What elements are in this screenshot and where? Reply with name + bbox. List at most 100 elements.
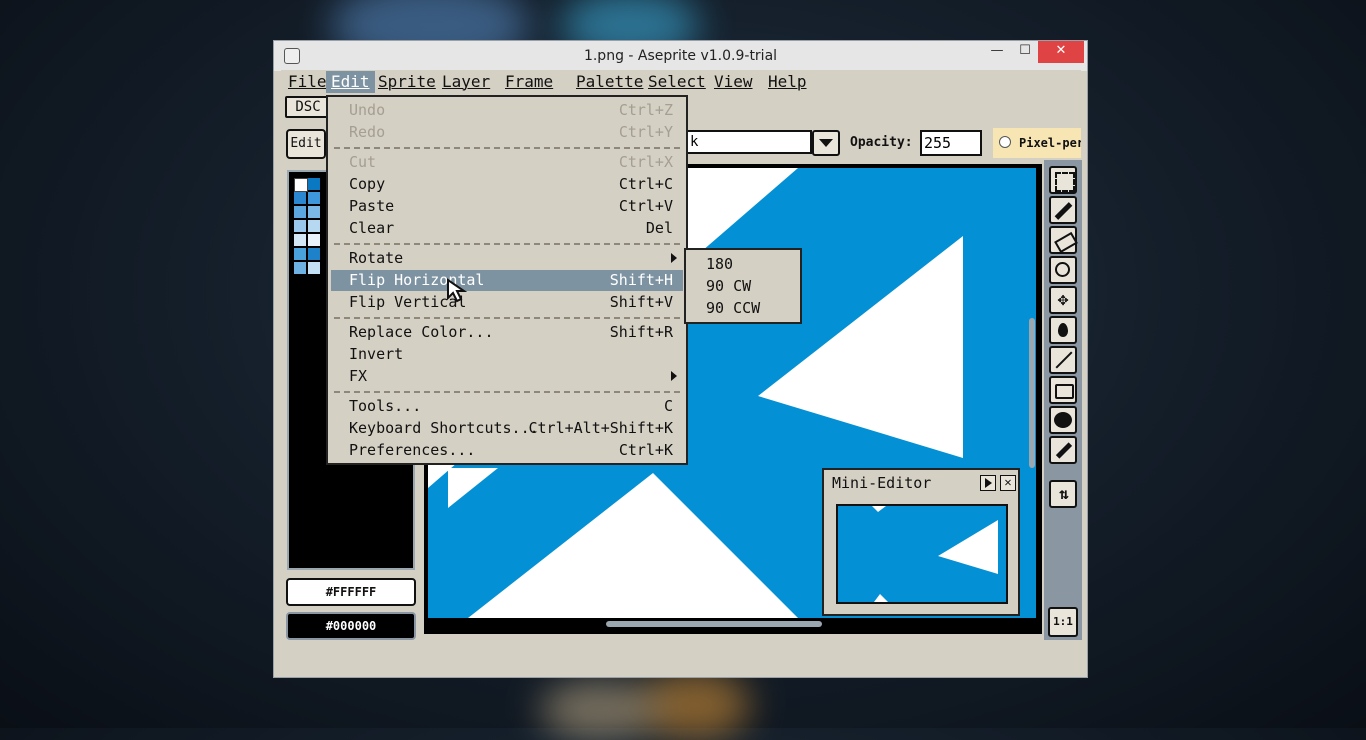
line-tool[interactable] [1049,346,1077,374]
close-button[interactable]: ✕ [1038,41,1084,63]
config-icon: ⇅ [1059,484,1069,503]
ink-select[interactable]: k [686,130,812,154]
blur-icon [1054,412,1072,428]
mini-editor-play-button[interactable] [980,475,996,491]
palette-swatch[interactable] [308,192,320,204]
palette-swatch[interactable] [294,178,308,192]
menu-item-tools[interactable]: Tools... C [331,396,683,417]
menu-item-redo[interactable]: Redo Ctrl+Y [331,122,683,143]
menu-item-preferences[interactable]: Preferences... Ctrl+K [331,440,683,461]
edit-mode-label: Edit [290,136,322,151]
mini-editor-close-button[interactable]: ✕ [1000,475,1016,491]
submenu-arrow-icon [671,371,677,381]
zoom-reset-label: 1:1 [1053,615,1073,628]
background-glow [540,680,660,740]
palette-swatch[interactable] [308,248,320,260]
spray-tool[interactable] [1049,436,1077,464]
menu-select[interactable]: Select [643,71,711,93]
menu-palette[interactable]: Palette [571,71,648,93]
line-icon [1055,351,1073,369]
palette-swatch[interactable] [308,234,320,246]
menu-item-fx[interactable]: FX [331,366,683,387]
menu-item-flip-vertical[interactable]: Flip Vertical Shift+V [331,292,683,313]
marquee-tool[interactable] [1049,166,1077,194]
menu-item-flip-horizontal[interactable]: Flip Horizontal Shift+H [331,270,683,291]
mini-editor-preview[interactable] [836,504,1008,604]
opacity-input[interactable]: 255 [920,130,982,156]
palette-swatch[interactable] [294,192,306,204]
rectangle-tool[interactable] [1049,376,1077,404]
menu-item-invert[interactable]: Invert [331,344,683,365]
palette-swatch[interactable] [294,206,306,218]
move-tool[interactable]: ✥ [1049,286,1077,314]
ink-select-value: k [690,134,699,150]
pencil-tool[interactable] [1049,196,1077,224]
palette-swatch[interactable] [294,262,306,274]
file-tab-label: DSC [295,99,321,115]
menu-item-rotate[interactable]: Rotate [331,248,683,269]
menu-frame[interactable]: Frame [500,71,558,93]
menu-separator [334,391,680,393]
menu-item-copy[interactable]: Copy Ctrl+C [331,174,683,195]
pencil-icon [1054,202,1073,220]
vertical-scroll-thumb[interactable] [1029,318,1035,468]
submenu-item-90-cw[interactable]: 90 CW [706,277,751,295]
menu-item-paste[interactable]: Paste Ctrl+V [331,196,683,217]
menu-help[interactable]: Help [763,71,812,93]
mouse-cursor-icon [447,278,468,303]
maximize-button[interactable]: ☐ [1010,41,1040,63]
config-tool[interactable]: ⇅ [1049,480,1077,508]
palette-swatch[interactable] [308,206,320,218]
palette-swatch[interactable] [294,248,306,260]
fill-icon [1058,323,1068,337]
submenu-item-180[interactable]: 180 [706,255,733,273]
menu-item-clear[interactable]: Clear Del [331,218,683,239]
vertical-scrollbar[interactable] [1028,168,1036,618]
menu-file[interactable]: File [283,71,332,93]
move-icon: ✥ [1057,289,1069,310]
horizontal-scroll-thumb[interactable] [606,621,822,627]
menu-separator [334,147,680,149]
pixel-perfect-toggle[interactable]: Pixel-per [993,128,1081,158]
ink-dropdown-button[interactable] [812,130,840,156]
palette-swatch[interactable] [294,234,306,246]
palette-swatch[interactable] [308,220,320,232]
spray-icon [1055,442,1073,459]
title-bar: 1.png - Aseprite v1.0.9-trial — ☐ ✕ [274,41,1087,71]
menu-item-cut[interactable]: Cut Ctrl+X [331,152,683,173]
foreground-color-button[interactable]: #FFFFFF [286,578,416,606]
file-tab[interactable]: DSC [285,96,331,118]
palette-swatch[interactable] [308,262,320,274]
foreground-color-value: #FFFFFF [325,585,377,599]
menu-item-replace-color[interactable]: Replace Color... Shift+R [331,322,683,343]
zoom-icon [1055,262,1070,277]
menu-layer[interactable]: Layer [437,71,495,93]
checkbox-icon [999,136,1011,148]
palette-swatch[interactable] [294,220,306,232]
menu-edit[interactable]: Edit [326,71,375,93]
mini-editor: Mini-Editor ✕ [822,468,1020,616]
minimize-button[interactable]: — [982,41,1012,63]
opacity-value: 255 [924,134,952,152]
background-color-button[interactable]: #000000 [286,612,416,640]
blur-tool[interactable] [1049,406,1077,434]
menu-item-undo[interactable]: Undo Ctrl+Z [331,100,683,121]
menu-sprite[interactable]: Sprite [373,71,441,93]
rotate-submenu: 180 90 CW 90 CCW [684,248,802,324]
submenu-item-90-ccw[interactable]: 90 CCW [706,299,760,317]
zoom-reset-button[interactable]: 1:1 [1048,607,1078,637]
mini-preview-image [838,506,1006,602]
menu-item-keyboard-shortcuts[interactable]: Keyboard Shortcuts... Ctrl+Alt+Shift+K [331,418,683,439]
zoom-tool[interactable] [1049,256,1077,284]
opacity-label: Opacity: [850,135,913,150]
fill-tool[interactable] [1049,316,1077,344]
background-color-value: #000000 [325,619,377,633]
pixel-perfect-label: Pixel-per [1019,136,1081,150]
play-icon [985,478,992,488]
horizontal-scrollbar[interactable] [428,618,1028,630]
palette-swatch[interactable] [308,178,320,190]
edit-mode-button[interactable]: Edit [286,129,326,159]
menu-view[interactable]: View [709,71,758,93]
rectangle-icon [1055,384,1074,399]
eraser-tool[interactable] [1049,226,1078,254]
